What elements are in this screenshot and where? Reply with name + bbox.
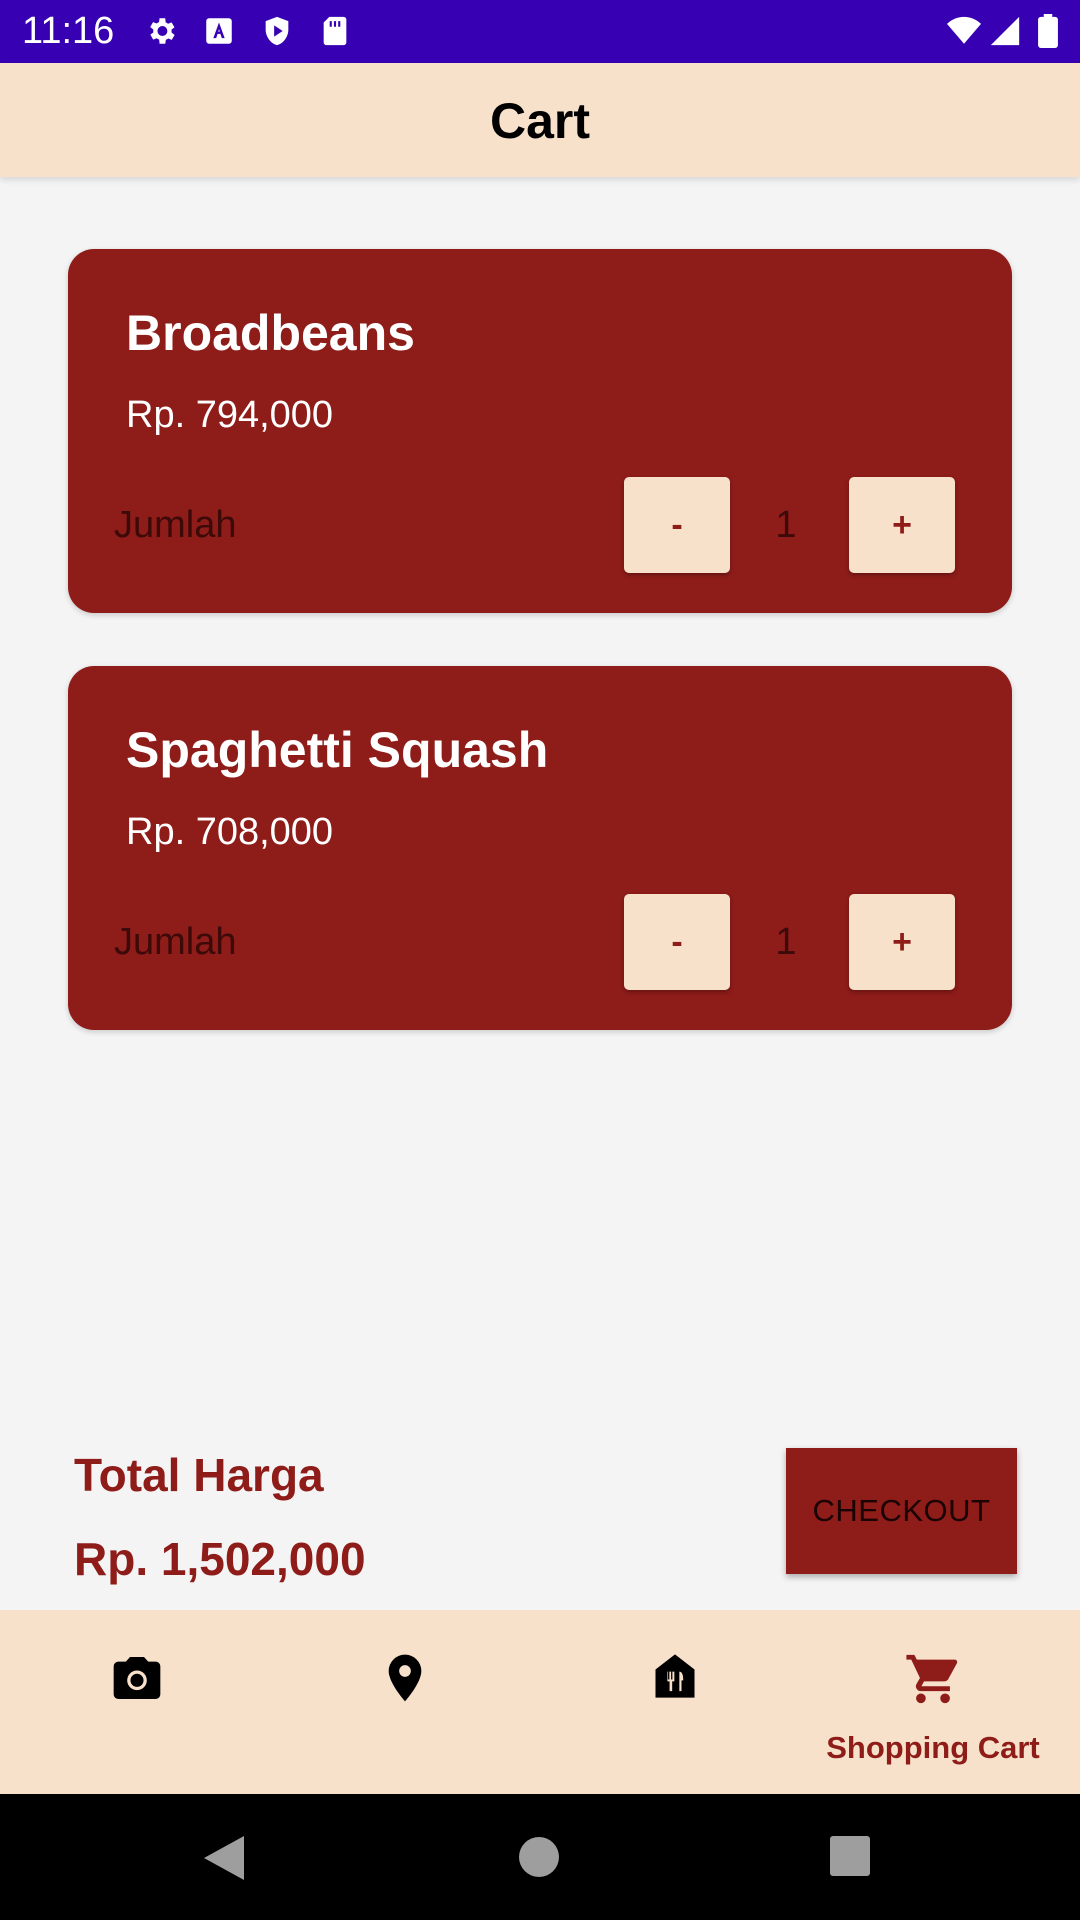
system-navigation-bar <box>0 1794 1080 1920</box>
quantity-label: Jumlah <box>114 921 237 963</box>
location-pin-icon <box>388 1654 422 1702</box>
battery-icon <box>1038 14 1058 48</box>
decrease-quantity-button[interactable]: - <box>624 477 730 573</box>
a-icon <box>206 18 232 44</box>
app-bar: Cart <box>0 63 1080 177</box>
wifi-icon <box>947 16 981 44</box>
cart-item-card: Broadbeans Rp. 794,000 Jumlah - 1 + <box>68 249 1012 613</box>
quantity-value: 1 <box>775 504 797 546</box>
camera-icon <box>113 1657 161 1699</box>
item-price: Rp. 794,000 <box>126 394 334 436</box>
nav-label-shopping-cart: Shopping Cart <box>826 1730 1040 1765</box>
item-name: Broadbeans <box>126 305 415 361</box>
nav-item-restaurant[interactable] <box>540 1610 810 1794</box>
increase-quantity-button[interactable]: + <box>849 894 955 990</box>
decrease-quantity-button[interactable]: - <box>624 894 730 990</box>
total-price-label: Total Harga <box>74 1449 324 1501</box>
quantity-value: 1 <box>775 921 797 963</box>
restaurant-icon <box>655 1654 695 1698</box>
quantity-label: Jumlah <box>114 504 237 546</box>
bottom-navigation: Shopping Cart <box>0 1610 1080 1794</box>
total-price-value: Rp. 1,502,000 <box>74 1533 366 1585</box>
shopping-cart-icon <box>906 1654 958 1704</box>
item-name: Spaghetti Squash <box>126 722 549 778</box>
increase-quantity-button[interactable]: + <box>849 477 955 573</box>
home-icon[interactable] <box>518 1836 560 1878</box>
cart-item-card: Spaghetti Squash Rp. 708,000 Jumlah - 1 … <box>68 666 1012 1030</box>
shield-play-icon <box>265 16 289 46</box>
recents-icon[interactable] <box>830 1836 870 1876</box>
status-bar: 11:16 <box>0 0 1080 63</box>
status-time: 11:16 <box>22 10 115 52</box>
back-icon[interactable] <box>204 1836 246 1880</box>
settings-icon <box>150 18 175 44</box>
nav-item-shopping-cart[interactable]: Shopping Cart <box>798 1610 1068 1794</box>
nav-item-location[interactable] <box>270 1610 540 1794</box>
signal-icon <box>990 16 1020 46</box>
nav-item-camera[interactable] <box>2 1610 272 1794</box>
page-title: Cart <box>489 93 591 149</box>
checkout-button[interactable]: CHECKOUT <box>786 1448 1017 1574</box>
sd-card-icon <box>323 16 347 46</box>
item-price: Rp. 708,000 <box>126 811 334 853</box>
